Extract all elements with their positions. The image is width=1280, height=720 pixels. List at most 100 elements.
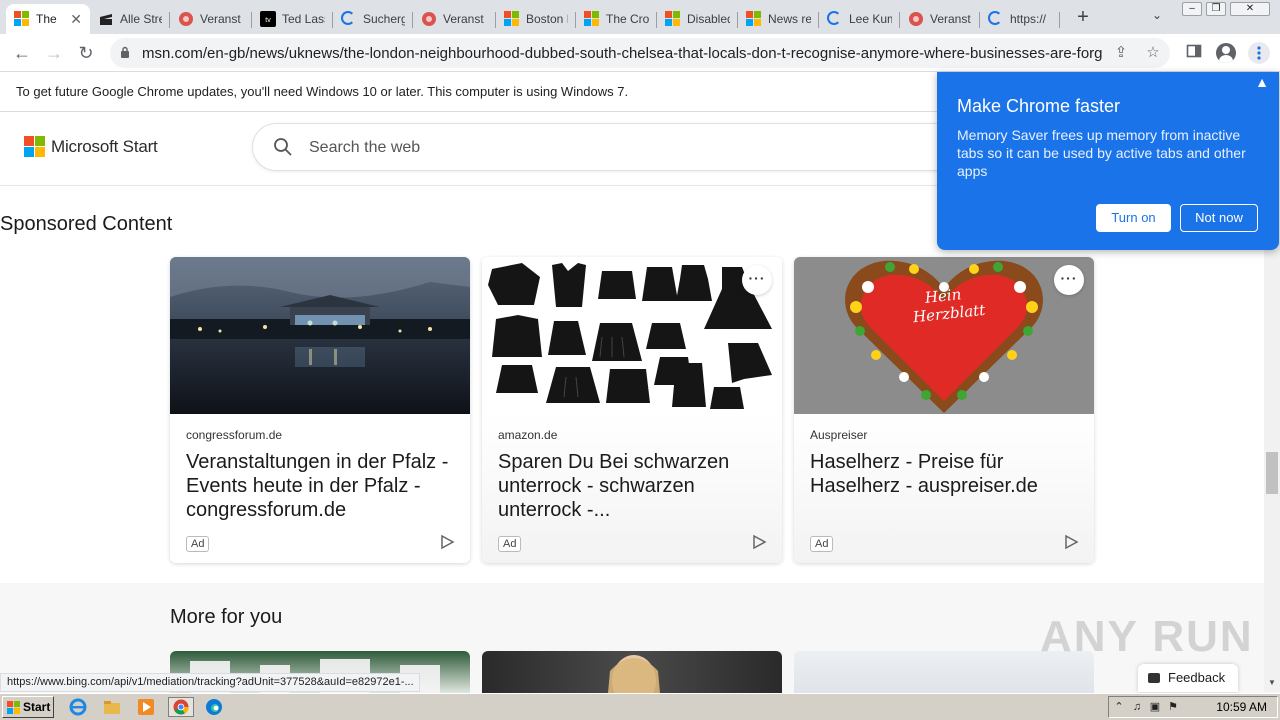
feedback-icon	[1148, 673, 1160, 683]
sponsored-card[interactable]: ··· amazon.de Sparen Du Bei schwarzen un…	[482, 257, 782, 563]
forward-button[interactable]: →	[42, 41, 66, 65]
card-title[interactable]: Veranstaltungen in der Pfalz - Events he…	[186, 450, 456, 522]
media-player-icon[interactable]	[136, 697, 158, 717]
edge-icon[interactable]	[204, 697, 226, 717]
tab-title: Ted Lass	[282, 12, 325, 26]
loading-icon	[827, 11, 843, 27]
action-center-flag-icon[interactable]: ⚑	[1167, 701, 1179, 713]
network-icon[interactable]: ▣	[1149, 701, 1161, 713]
bookmark-star-icon[interactable]: ☆	[1144, 44, 1162, 62]
card-title[interactable]: Haselherz - Preise für Haselherz - auspr…	[810, 450, 1080, 498]
lock-icon[interactable]	[120, 46, 130, 59]
turn-on-button[interactable]: Turn on	[1096, 204, 1171, 232]
search-input[interactable]	[309, 136, 909, 160]
card-source: amazon.de	[498, 428, 558, 442]
new-tab-button[interactable]: +	[1072, 6, 1094, 28]
back-button[interactable]: ←	[10, 41, 34, 65]
clock[interactable]: 10:59 AM	[1216, 700, 1267, 714]
volume-icon[interactable]: ♫	[1131, 701, 1143, 713]
feedback-label: Feedback	[1168, 670, 1226, 685]
window-controls: – ❐ ✕	[1182, 2, 1270, 16]
adchoices-icon[interactable]	[750, 533, 768, 551]
tab-title: Veranst	[930, 12, 971, 26]
browser-tab[interactable]: https://	[980, 4, 1060, 34]
browser-tab[interactable]: The ✕	[6, 4, 90, 34]
tab-search-button[interactable]: ⌄	[1152, 8, 1162, 22]
card-source: Auspreiser	[810, 428, 868, 442]
adchoices-icon[interactable]	[438, 533, 456, 551]
side-panel-icon[interactable]	[1184, 43, 1204, 63]
system-tray: ⌃ ♫ ▣ ⚑ 10:59 AM	[1108, 696, 1278, 718]
browser-tab[interactable]: tv Ted Lass	[252, 4, 333, 34]
tab-title: Alle Stre	[120, 12, 162, 26]
browser-tab[interactable]: Alle Stre	[90, 4, 170, 34]
brand-name: Microsoft Start	[51, 136, 158, 156]
browser-tab[interactable]: Veranst	[170, 4, 252, 34]
card-title[interactable]: Sparen Du Bei schwarzen unterrock - schw…	[498, 450, 768, 522]
card-image-black-clothing[interactable]: ···	[482, 257, 782, 414]
browser-tab[interactable]: Veranst	[900, 4, 980, 34]
not-now-button[interactable]: Not now	[1180, 204, 1258, 232]
browser-tab[interactable]: The Cro	[576, 4, 657, 34]
sponsored-card[interactable]: congressforum.de Veranstaltungen in der …	[170, 257, 470, 563]
appletv-icon: tv	[260, 11, 276, 27]
chrome-taskbar-icon[interactable]	[168, 697, 194, 717]
microsoft-icon	[504, 11, 520, 27]
address-bar[interactable]: msn.com/en-gb/news/uknews/the-london-nei…	[110, 38, 1170, 68]
browser-tab[interactable]: Boston M	[496, 4, 576, 34]
web-search-box[interactable]	[252, 123, 1012, 171]
tab-title: The	[36, 12, 57, 26]
tab-title: Lee Kum	[849, 12, 892, 26]
popup-title: Make Chrome faster	[957, 96, 1121, 116]
browser-tab[interactable]: Sucherg	[333, 4, 413, 34]
browser-tab[interactable]: Lee Kum	[819, 4, 900, 34]
anyrun-watermark: ANY RUN	[1040, 612, 1254, 661]
internet-explorer-icon[interactable]	[68, 697, 90, 717]
profile-icon[interactable]	[1216, 43, 1236, 63]
share-icon[interactable]: ⇪	[1112, 44, 1130, 62]
search-icon[interactable]	[273, 137, 293, 157]
ad-badge: Ad	[498, 536, 522, 552]
card-image-gingerbread-heart[interactable]: Hein Herzblatt ···	[794, 257, 1094, 414]
event-icon	[908, 11, 924, 27]
close-window-button[interactable]: ✕	[1230, 2, 1270, 16]
event-icon	[178, 11, 194, 27]
event-icon	[421, 11, 437, 27]
update-notice-text: To get future Google Chrome updates, you…	[16, 84, 629, 99]
tab-close-icon[interactable]: ✕	[70, 11, 82, 28]
microsoft-logo-icon	[24, 136, 45, 157]
more-options-button[interactable]: ···	[1054, 265, 1084, 295]
tab-title: News rep	[768, 12, 811, 26]
reload-button[interactable]: ↻	[74, 41, 98, 65]
browser-tab[interactable]: Veranst	[413, 4, 496, 34]
tray-expand-icon[interactable]: ⌃	[1113, 701, 1125, 713]
screen: The ✕ Alle Stre Veranst tv Ted Lass Sucherg Ver…	[0, 0, 1280, 720]
minimize-button[interactable]: –	[1182, 2, 1202, 16]
scroll-down-arrow[interactable]: ▼	[1267, 678, 1277, 687]
more-options-button[interactable]: ···	[742, 265, 772, 295]
article-thumbnail[interactable]	[482, 651, 782, 693]
url-text[interactable]: msn.com/en-gb/news/uknews/the-london-nei…	[142, 45, 1102, 62]
clapper-icon	[98, 11, 114, 27]
tab-title: Veranst	[200, 12, 241, 26]
chrome-menu-icon[interactable]	[1248, 42, 1270, 64]
microsoft-start-logo[interactable]: Microsoft Start	[24, 136, 158, 157]
loading-icon	[988, 11, 1004, 27]
restore-button[interactable]: ❐	[1206, 2, 1226, 16]
popup-close-icon[interactable]: ▲	[1255, 74, 1269, 90]
scrollbar-thumb[interactable]	[1266, 452, 1278, 494]
browser-toolbar: ← → ↻ msn.com/en-gb/news/uknews/the-lond…	[0, 34, 1280, 72]
svg-text:tv: tv	[265, 17, 271, 24]
browser-tab[interactable]: Disabled	[657, 4, 738, 34]
card-image-night-venue[interactable]	[170, 257, 470, 414]
feedback-button[interactable]: Feedback	[1138, 664, 1238, 692]
tab-title: Boston M	[526, 12, 568, 26]
adchoices-icon[interactable]	[1062, 533, 1080, 551]
sponsored-content-heading: Sponsored Content	[0, 213, 173, 235]
file-explorer-icon[interactable]	[102, 697, 124, 717]
browser-tab[interactable]: News rep	[738, 4, 819, 34]
link-status-bubble: https://www.bing.com/api/v1/mediation/tr…	[0, 673, 420, 692]
sponsored-card[interactable]: Hein Herzblatt ··· Auspreiser Haselherz …	[794, 257, 1094, 563]
ad-badge: Ad	[810, 536, 834, 552]
start-button[interactable]: Start	[2, 696, 54, 718]
